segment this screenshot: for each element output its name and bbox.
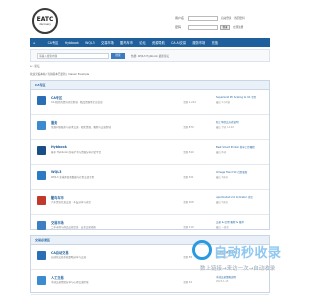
forum-stats: 主题 870 <box>183 126 194 129</box>
last-post-time: 最后 今天 12:40 <box>216 126 234 129</box>
nav-item[interactable]: 交易市场 <box>98 40 117 45</box>
forum-row[interactable]: 酷鸟车市 汽车资讯信息交流 · 车友分享与讨论 主题 208 upermoded 2.… <box>31 190 269 215</box>
forum-name[interactable]: WQL3 <box>51 170 61 174</box>
last-post-link[interactable]: upermoded 2.0 Indicator 讨论 <box>216 195 253 199</box>
section-title: CA专区 <box>31 81 269 90</box>
forum-name[interactable]: Hybbook <box>51 145 67 149</box>
forum-description: 基于 Hybbook 的电子书与资源分享讨论平台 <box>51 151 102 154</box>
forum-icon[interactable] <box>37 96 46 105</box>
forum-icon[interactable] <box>37 171 46 180</box>
forum-icon[interactable] <box>37 146 46 155</box>
site-header: EATC discovery 用户名 自动登录 找回密码 密码 登录 立即注册 <box>0 0 300 36</box>
forum-row[interactable]: 服务 常规问答服务与技术交流 · 相关资源、教程与交流区域 主题 870 新工单提交方… <box>31 115 269 140</box>
hot-searches[interactable]: 热搜: WQL3 Hybbook 最新论坛 <box>131 54 169 58</box>
last-post-time: 2023-1-15 <box>216 280 229 283</box>
forum-icon[interactable] <box>37 251 46 260</box>
nav-home-icon[interactable]: ⌂ <box>30 41 44 45</box>
forum-description: WQL3 全球开发者数据与社区交流专区 <box>51 176 95 179</box>
nav-item[interactable]: Hybbook <box>62 41 82 45</box>
last-post-time: 最后 2小时前 <box>216 101 231 104</box>
forum-description: 自动化交易系统策略分享与交流 <box>51 256 87 259</box>
watermark-logo-icon <box>192 240 212 260</box>
forum-row[interactable]: CA专区 CA 相关的资讯讨论区域 · 精品资源等汇总信息 主题 1,212 Supe… <box>31 90 269 115</box>
last-post-time: 最后 5天前 <box>216 201 228 204</box>
nav-item[interactable]: 酷鸟车市 <box>117 40 136 45</box>
breadcrumb-current[interactable]: 论坛 <box>34 65 39 68</box>
notice-bar: 欢迎光临本站! 当前版本已更新 | Classic Example <box>30 73 90 76</box>
breadcrumb: ⌂ › 论坛 <box>30 65 40 68</box>
password-input[interactable] <box>188 24 218 30</box>
watermark: 自动秒收录 数上链接→来访一次→自动收录 <box>192 238 292 278</box>
last-post-link[interactable]: 新工单提交方式说明 <box>216 120 239 124</box>
nav-item[interactable]: 论坛 <box>136 40 149 45</box>
forum-description: 手动交易经验分享与心得交流区域 <box>51 281 89 284</box>
last-post-link[interactable]: 交易 & 信用 教程 & 推荐 <box>216 220 244 224</box>
forum-row[interactable]: Hybbook 基于 Hybbook 的电子书与资源分享讨论平台 主题 540 Bes… <box>31 140 269 165</box>
auto-login-checkbox[interactable]: 自动登录 <box>221 16 231 20</box>
nav-item[interactable]: 资源导航 <box>149 40 168 45</box>
forum-stats: 主题 119 <box>183 226 194 229</box>
forum-stats: 主题 208 <box>183 201 194 204</box>
search-input[interactable] <box>37 53 109 59</box>
logo-subtext: discovery <box>39 22 51 26</box>
site-logo[interactable]: EATC discovery <box>32 8 58 34</box>
last-post-link[interactable]: Best Smart Printer 共享上传教程 <box>216 145 255 149</box>
register-link[interactable]: 立即注册 <box>233 25 243 29</box>
main-nav: ⌂ CA专区 Hybbook WQL3 交易市场 酷鸟车市 论坛 资源导航 CA… <box>30 38 270 47</box>
forum-description: 二手市场与商品交易信息 · 安全交易指南 <box>51 226 96 229</box>
forum-stats: 主题 58 <box>183 256 192 259</box>
nav-item[interactable]: CA专区 <box>44 40 61 45</box>
forum-icon[interactable] <box>37 121 46 130</box>
forgot-password-link[interactable]: 找回密码 <box>234 16 244 20</box>
last-post-time: 最后 昨天 <box>216 151 227 154</box>
last-post-time: 最后 一周前 <box>216 226 229 229</box>
forum-row[interactable]: WQL3 WQL3 全球开发者数据与社区交流专区 主题 321 Omega Trend… <box>31 165 269 190</box>
last-post-time: 最后 3天前 <box>216 176 228 179</box>
forum-section-ca: CA专区 CA专区 CA 相关的资讯讨论区域 · 精品资源等汇总信息 主题 1,21… <box>30 80 270 240</box>
forum-description: 常规问答服务与技术交流 · 相关资源、教程与交流区域 <box>51 126 111 129</box>
search-button[interactable]: 搜索 <box>111 53 125 59</box>
forum-stats: 主题 44 <box>183 281 192 284</box>
password-label: 密码 <box>175 25 182 29</box>
nav-item[interactable]: WQL3 <box>82 41 98 45</box>
watermark-subtitle: 数上链接→来访一次→自动收录 <box>200 266 276 272</box>
nav-item[interactable]: 服务市场 <box>189 40 208 45</box>
forum-icon[interactable] <box>37 196 46 205</box>
forum-description: CA 相关的资讯讨论区域 · 精品资源等汇总信息 <box>51 101 103 104</box>
username-input[interactable] <box>188 15 218 21</box>
forum-icon[interactable] <box>37 221 46 230</box>
last-post-link[interactable]: SuperGold PC Scaling to 1K 专区 <box>216 95 256 99</box>
username-label: 用户名 <box>175 16 185 20</box>
forum-stats: 主题 1,212 <box>183 101 196 104</box>
forum-stats: 主题 321 <box>183 176 194 179</box>
nav-item[interactable]: CA AI交易 <box>168 40 189 45</box>
home-icon[interactable]: ⌂ <box>30 65 32 68</box>
login-box: 用户名 自动登录 找回密码 密码 登录 立即注册 <box>175 14 270 32</box>
last-post-link[interactable]: Omega Trend 5k 社区更新 <box>216 170 247 174</box>
nav-item[interactable]: 充值 <box>208 40 221 45</box>
forum-icon[interactable] <box>37 276 46 285</box>
watermark-title: 自动秒收录 <box>214 246 282 261</box>
login-button[interactable]: 登录 <box>220 24 230 30</box>
forum-stats: 主题 540 <box>183 151 194 154</box>
search-bar: 搜索 热搜: WQL3 Hybbook 最新论坛 <box>30 49 270 62</box>
forum-description: 汽车资讯信息交流 · 车友分享与讨论 <box>51 201 91 204</box>
